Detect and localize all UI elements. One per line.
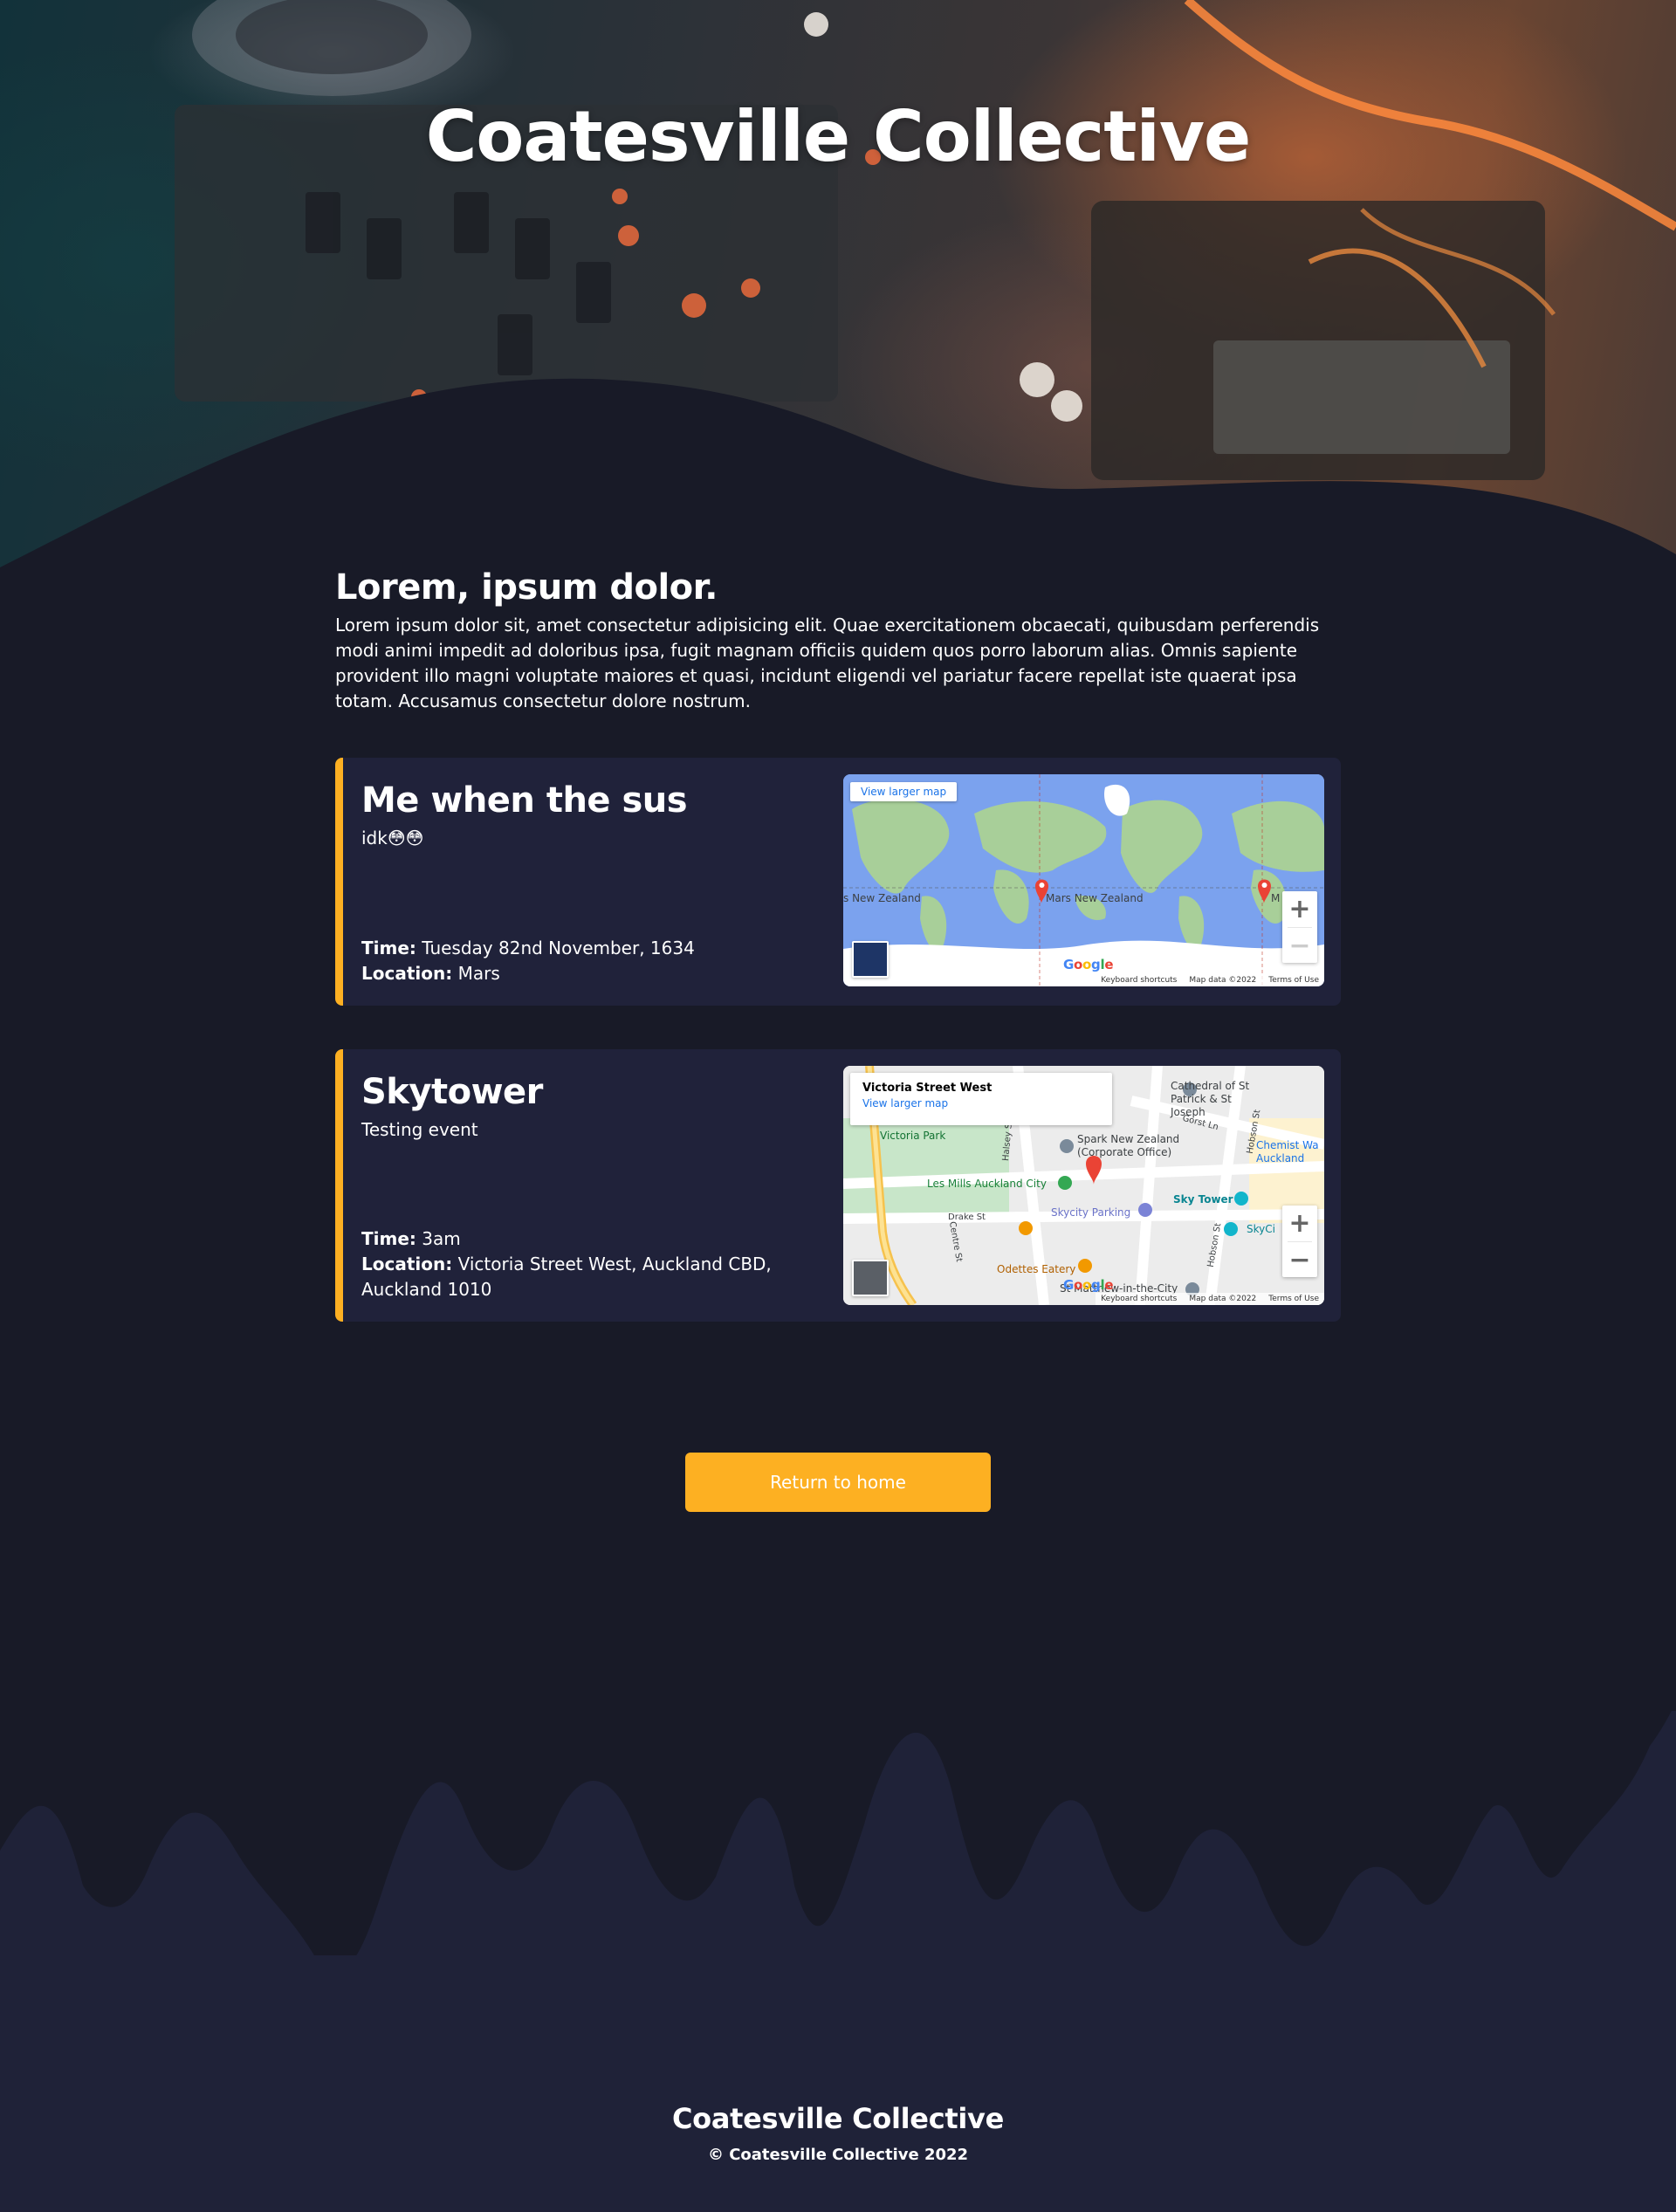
map-place-label: M: [1271, 892, 1281, 904]
event-location-label: Location:: [361, 1254, 453, 1274]
map-place-label: SkyCi: [1247, 1223, 1275, 1235]
event-title: Skytower: [361, 1072, 543, 1112]
event-card: Skytower Testing event Time: 3am Locatio…: [335, 1049, 1341, 1322]
event-info: Me when the sus idk😳😳 Time: Tuesday 82nd…: [361, 777, 833, 986]
event-location: Location: Victoria Street West, Auckland…: [361, 1252, 833, 1302]
map-place-label: Mars New Zealand: [1046, 892, 1144, 904]
view-larger-map-link[interactable]: View larger map: [850, 782, 958, 801]
terms-of-use-link[interactable]: Terms of Use: [1268, 976, 1319, 985]
map-type-toggle[interactable]: [852, 941, 889, 978]
map-place-label: Spark New Zealand (Corporate Office): [1077, 1133, 1180, 1158]
map-attribution: Keyboard shortcuts Map data ©2022 Terms …: [1096, 974, 1324, 986]
event-location: Location: Mars: [361, 961, 833, 986]
event-time: Time: 3am: [361, 1226, 833, 1252]
map-place-label: Odettes Eatery: [997, 1263, 1076, 1275]
intro-body: Lorem ipsum dolor sit, amet consectetur …: [335, 615, 1320, 711]
event-time-value: 3am: [422, 1228, 461, 1249]
map-place-title: Victoria Street West: [862, 1082, 993, 1095]
map-zoom-controls: + −: [1282, 1206, 1317, 1277]
hero-wave-divider: [0, 378, 1676, 576]
event-map-embed[interactable]: s New Zealand Mars New Zealand M View la…: [843, 774, 1324, 986]
keyboard-shortcuts-link[interactable]: Keyboard shortcuts: [1101, 1295, 1177, 1303]
event-meta: Time: Tuesday 82nd November, 1634 Locati…: [361, 936, 833, 986]
zoom-out-icon[interactable]: −: [1282, 1242, 1317, 1278]
map-place-label: Sky Tower: [1173, 1193, 1233, 1206]
event-time: Time: Tuesday 82nd November, 1634: [361, 936, 833, 961]
event-meta: Time: 3am Location: Victoria Street West…: [361, 1226, 833, 1302]
event-time-label: Time:: [361, 938, 416, 958]
terms-of-use-link[interactable]: Terms of Use: [1268, 1295, 1319, 1303]
world-map-graphic: [843, 774, 1324, 986]
map-place-label: s New Zealand: [843, 892, 921, 904]
google-logo: Google: [1063, 1277, 1114, 1293]
event-title: Me when the sus: [361, 780, 688, 821]
event-map-embed[interactable]: Victoria Park Cathedral of St Patrick & …: [843, 1066, 1324, 1305]
zoom-in-icon[interactable]: +: [1282, 1206, 1317, 1241]
map-attribution: Keyboard shortcuts Map data ©2022 Terms …: [1096, 1293, 1324, 1305]
event-card: Me when the sus idk😳😳 Time: Tuesday 82nd…: [335, 758, 1341, 1006]
footer-copyright: © Coatesville Collective 2022: [707, 2146, 969, 2164]
return-home-button[interactable]: Return to home: [685, 1453, 991, 1512]
map-zoom-controls: + −: [1282, 891, 1317, 963]
footer-title: Coatesville Collective: [671, 2102, 1005, 2135]
intro-heading: Lorem, ipsum dolor.: [335, 567, 718, 608]
event-description: Testing event: [361, 1119, 478, 1140]
intro-section: Lorem, ipsum dolor. Lorem ipsum dolor si…: [335, 564, 1341, 714]
map-data-credit: Map data ©2022: [1189, 1295, 1257, 1303]
map-type-toggle[interactable]: [852, 1260, 889, 1296]
google-logo: Google: [1063, 957, 1114, 972]
event-time-label: Time:: [361, 1228, 416, 1249]
event-location-value: Mars: [457, 963, 500, 984]
keyboard-shortcuts-link[interactable]: Keyboard shortcuts: [1101, 976, 1177, 985]
event-description: idk😳😳: [361, 828, 424, 848]
footer: [0, 1955, 1676, 2212]
event-location-label: Location:: [361, 963, 453, 984]
hero-banner: Coatesville Collective: [0, 0, 1676, 576]
zoom-out-icon[interactable]: −: [1282, 928, 1317, 964]
zoom-in-icon[interactable]: +: [1282, 891, 1317, 927]
map-place-label: Chemist Wa Auckland: [1256, 1139, 1319, 1164]
map-place-card: Victoria Street West View larger map: [850, 1073, 1112, 1125]
footer-wave-divider: [0, 1711, 1676, 1973]
map-place-label: Victoria Park: [880, 1130, 946, 1142]
map-place-label: Les Mills Auckland City: [927, 1178, 1047, 1190]
view-larger-map-link[interactable]: View larger map: [862, 1097, 1100, 1109]
event-info: Skytower Testing event Time: 3am Locatio…: [361, 1068, 833, 1302]
hero-title: Coatesville Collective: [425, 96, 1252, 177]
map-data-credit: Map data ©2022: [1189, 976, 1257, 985]
event-time-value: Tuesday 82nd November, 1634: [422, 938, 695, 958]
map-place-label: Skycity Parking: [1051, 1206, 1131, 1219]
